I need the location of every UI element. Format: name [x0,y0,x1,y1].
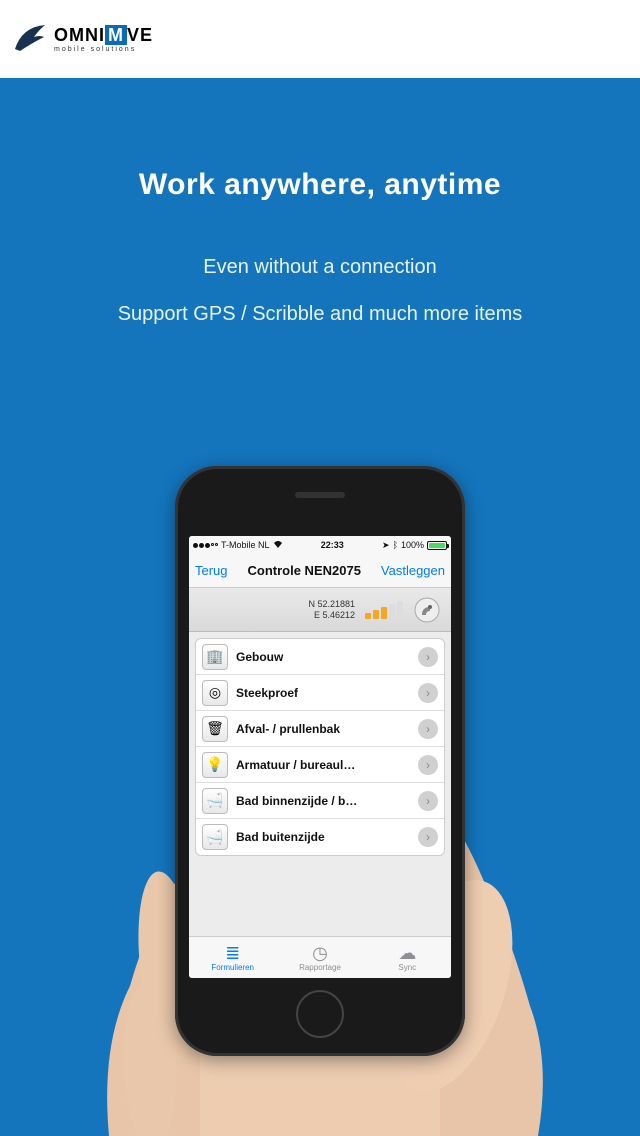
sync-icon: ☁ [398,944,416,962]
gps-bar: N 52.21881 E 5.46212 [189,588,451,632]
list-item-label: Afval- / prullenbak [236,722,410,736]
tab-label: Formulieren [211,963,254,972]
brand-tagline: mobile solutions [54,46,153,53]
bath-outer-icon: 🛁 [202,824,228,850]
gps-lat: N 52.21881 [199,599,355,610]
tab-sync[interactable]: ☁Sync [364,937,451,978]
battery-icon [427,541,447,550]
brand-name-accent: M [105,25,127,45]
brand-logo: OMNIMVE mobile solutions [10,19,153,59]
navbar: Terug Controle NEN2075 Vastleggen [189,554,451,588]
chevron-right-icon: › [418,791,438,811]
hero: Work anywhere, anytime Even without a co… [0,78,640,1136]
save-button[interactable]: Vastleggen [381,563,445,578]
battery-pct-label: 100% [401,540,424,550]
clock-label: 22:33 [283,540,383,550]
tab-bar: ≣Formulieren◷Rapportage☁Sync [189,936,451,978]
chevron-right-icon: › [418,755,438,775]
list-item[interactable]: 🛁 Bad binnenzijde / b… › [196,783,444,819]
report-icon: ◷ [312,944,328,962]
bird-icon [10,19,50,59]
brand-name-part3: VE [127,25,153,45]
list-item[interactable]: ◎ Steekproef › [196,675,444,711]
tab-formulieren[interactable]: ≣Formulieren [189,937,276,978]
wifi-icon [273,540,283,550]
tab-label: Rapportage [299,963,341,972]
satellite-icon[interactable] [413,596,441,624]
chevron-right-icon: › [418,683,438,703]
brand-name: OMNIMVE [54,26,153,44]
phone-device: T-Mobile NL 22:33 ➤ ᛒ 100% Te [175,466,465,1056]
phone-screen: T-Mobile NL 22:33 ➤ ᛒ 100% Te [189,536,451,978]
gps-coords: N 52.21881 E 5.46212 [199,599,355,621]
bluetooth-icon: ᛒ [393,540,398,550]
list-item-label: Gebouw [236,650,410,664]
tab-rapportage[interactable]: ◷Rapportage [276,937,363,978]
list-item[interactable]: 💡 Armatuur / bureaul… › [196,747,444,783]
list-item-label: Bad buitenzijde [236,830,410,844]
brand-name-part1: OMNI [54,25,105,45]
chevron-right-icon: › [418,719,438,739]
hero-subtitle-2: Support GPS / Scribble and much more ite… [0,300,640,328]
list-item[interactable]: 🗑 Afval- / prullenbak › [196,711,444,747]
list-item-label: Armatuur / bureaul… [236,758,410,772]
list-item-label: Steekproef [236,686,410,700]
form-list: 🏢 Gebouw › ◎ Steekproef › 🗑 Afval- / prullenbak… [189,632,451,936]
bath-inner-icon: 🛁 [202,788,228,814]
trash-icon: 🗑 [202,716,228,742]
lamp-icon: 💡 [202,752,228,778]
chevron-right-icon: › [418,647,438,667]
phone-stage: T-Mobile NL 22:33 ➤ ᛒ 100% Te [0,466,640,1136]
list-item[interactable]: 🛁 Bad buitenzijde › [196,819,444,855]
page-title: Controle NEN2075 [228,563,381,578]
signal-strength-icon [365,601,403,619]
hero-subtitle-1: Even without a connection [0,252,640,282]
ios-status-bar: T-Mobile NL 22:33 ➤ ᛒ 100% [189,536,451,554]
forms-icon: ≣ [225,944,240,962]
sample-icon: ◎ [202,680,228,706]
brand-bar: OMNIMVE mobile solutions [0,0,640,78]
hero-title: Work anywhere, anytime [0,168,640,202]
chevron-right-icon: › [418,827,438,847]
back-button[interactable]: Terug [195,563,228,578]
location-arrow-icon: ➤ [382,540,390,551]
tab-label: Sync [398,963,416,972]
gps-lon: E 5.46212 [199,610,355,621]
list-item[interactable]: 🏢 Gebouw › [196,639,444,675]
building-icon: 🏢 [202,644,228,670]
carrier-label: T-Mobile NL [221,540,270,550]
signal-dots-icon [193,543,218,548]
list-item-label: Bad binnenzijde / b… [236,794,410,808]
